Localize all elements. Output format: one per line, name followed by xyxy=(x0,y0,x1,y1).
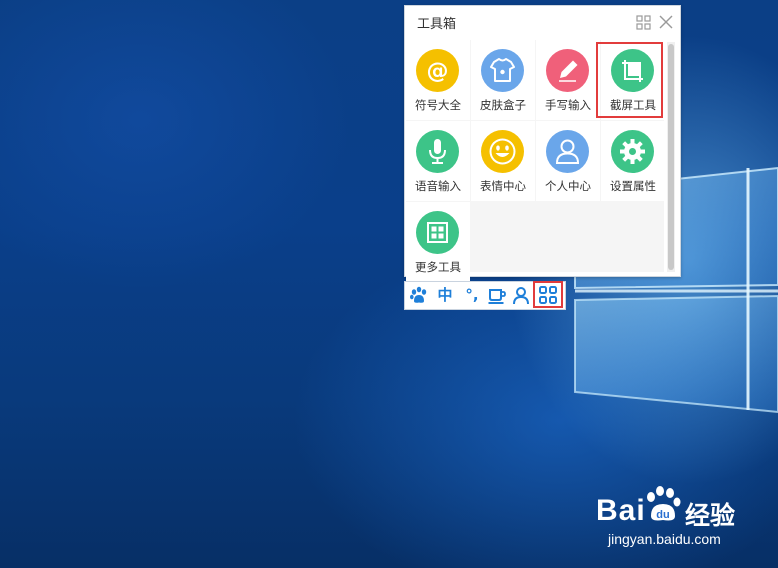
tile-personal-center[interactable]: 个人中心 xyxy=(536,121,600,201)
watermark-brand-suffix: 经验 xyxy=(685,502,736,530)
tile-label: 个人中心 xyxy=(545,179,591,193)
paw-logo-icon: du xyxy=(647,486,681,521)
user-icon xyxy=(513,287,529,305)
tile-icon-bg xyxy=(481,49,524,92)
svg-text:@: @ xyxy=(427,59,449,84)
user-center-button[interactable] xyxy=(512,285,530,305)
tile-label: 更多工具 xyxy=(415,260,461,274)
toolbox-header: 工具箱 xyxy=(405,6,680,39)
tile-label: 表情中心 xyxy=(480,179,526,193)
gear-icon xyxy=(620,139,645,164)
close-icon[interactable] xyxy=(658,14,674,30)
tshirt-icon xyxy=(490,58,515,82)
pen-icon xyxy=(559,60,578,82)
tile-icon-bg xyxy=(611,130,654,173)
watermark-brand: Bai xyxy=(596,494,646,527)
tile-icon-bg xyxy=(416,130,459,173)
user-icon xyxy=(555,139,580,164)
tile-icon-bg xyxy=(546,49,589,92)
highlight-box-screenshot-tool xyxy=(596,42,663,118)
paw-icon xyxy=(410,286,427,303)
ime-logo-button[interactable] xyxy=(409,285,429,305)
grid-icon xyxy=(427,222,448,243)
cup-icon xyxy=(488,289,506,304)
svg-text:du: du xyxy=(656,509,669,521)
tile-label: 语音输入 xyxy=(415,179,461,193)
watermark-url: jingyan.baidu.com xyxy=(608,531,721,547)
tile-symbols[interactable]: @ 符号大全 xyxy=(406,40,470,120)
cup-button[interactable] xyxy=(487,285,507,305)
smiley-icon xyxy=(489,138,516,165)
tile-label: 符号大全 xyxy=(415,98,461,112)
at-sign-icon: @ xyxy=(427,59,449,84)
tile-more-tools[interactable]: 更多工具 xyxy=(406,202,470,282)
highlight-box-toolbox-button xyxy=(533,281,563,308)
tile-label: 设置属性 xyxy=(610,179,656,193)
scrollbar-thumb[interactable] xyxy=(668,44,674,270)
tile-handwriting[interactable]: 手写输入 xyxy=(536,40,600,120)
tile-icon-bg xyxy=(481,130,524,173)
tile-label: 手写输入 xyxy=(545,98,591,112)
tile-voice-input[interactable]: 语音输入 xyxy=(406,121,470,201)
toolbox-title: 工具箱 xyxy=(417,17,457,32)
chinese-mode-toggle[interactable]: 中 xyxy=(434,285,456,305)
punctuation-toggle[interactable]: °, xyxy=(460,285,484,305)
tile-skin-box[interactable]: 皮肤盒子 xyxy=(471,40,535,120)
tile-emoji-center[interactable]: 表情中心 xyxy=(471,121,535,201)
tile-icon-bg: @ xyxy=(416,49,459,92)
tile-icon-bg xyxy=(546,130,589,173)
baidu-jingyan-watermark: Bai du 经验 jingyan.baidu.com xyxy=(594,484,774,554)
grid-view-icon[interactable] xyxy=(636,15,651,30)
microphone-icon xyxy=(429,139,446,164)
toolbox-scrollbar[interactable] xyxy=(667,42,675,272)
tile-icon-bg xyxy=(416,211,459,254)
tile-settings[interactable]: 设置属性 xyxy=(601,121,665,201)
tile-label: 皮肤盒子 xyxy=(480,98,526,112)
